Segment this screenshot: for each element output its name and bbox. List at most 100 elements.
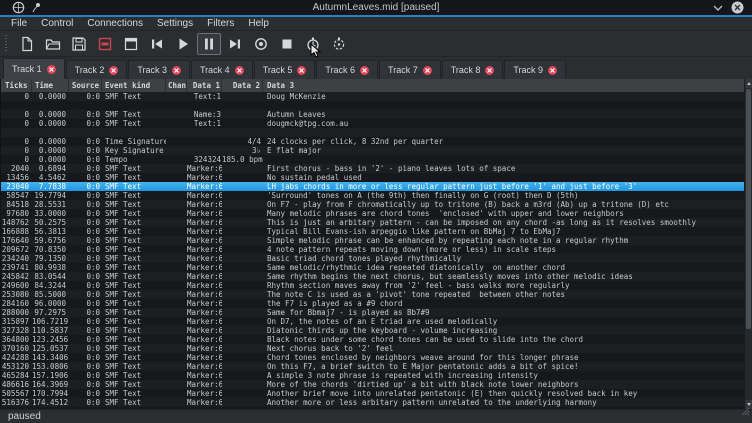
header-ticks[interactable]: Ticks <box>1 79 32 92</box>
cell-data-3: 'Surround' tones on A (the 9th) then fin… <box>263 191 745 200</box>
rollup-chevron-icon[interactable] <box>713 5 723 11</box>
cell-data-2 <box>222 281 263 290</box>
menu-control[interactable]: Control <box>34 17 80 31</box>
tab-close-icon[interactable] <box>109 66 118 75</box>
tab-close-icon[interactable] <box>548 66 557 75</box>
table-row[interactable]: 24584283.05440:0SMF TextMarker:6Same rhy… <box>1 272 745 281</box>
pause-button[interactable] <box>197 33 221 55</box>
table-row[interactable]: 17664059.67560:0SMF TextMarker:6Simple m… <box>1 236 745 245</box>
tab-close-icon[interactable] <box>235 66 244 75</box>
table-row[interactable]: 23974180.99380:0SMF TextMarker:6Same mel… <box>1 263 745 272</box>
menu-file[interactable]: File <box>4 17 34 31</box>
table-row[interactable]: 00.00000:0Time Signature4/424 clocks per… <box>1 137 745 146</box>
header-data-2[interactable]: Data 2 <box>222 79 263 92</box>
record-button[interactable] <box>249 33 273 55</box>
table-row[interactable]: 9768033.00000:0SMF TextMarker:6Many melo… <box>1 209 745 218</box>
table-row[interactable]: 505567170.79940:0SMF TextMarker:6Another… <box>1 389 745 398</box>
skip-back-button[interactable] <box>145 33 169 55</box>
vertical-scrollbar[interactable] <box>744 79 752 409</box>
skip-forward-button[interactable] <box>223 33 247 55</box>
toolbar-drag-handle[interactable] <box>4 35 10 53</box>
header-time[interactable]: Time <box>32 79 69 92</box>
table-row[interactable]: 00.00000:0Key Signature3♭E flat major <box>1 146 745 155</box>
tab-track-6[interactable]: Track 6 <box>316 60 378 79</box>
timer-button[interactable] <box>301 33 325 55</box>
menu-filters[interactable]: Filters <box>200 17 241 31</box>
table-row[interactable]: 486616164.39690:0SMF TextMarker:6More of… <box>1 380 745 389</box>
table-row[interactable]: 364800123.24560:0SMF TextMarker:6Black n… <box>1 335 745 344</box>
play-button[interactable] <box>171 33 195 55</box>
tab-track-7[interactable]: Track 7 <box>379 60 441 79</box>
table-row[interactable]: 14876250.25750:0SMF TextMarker:6This is … <box>1 218 745 227</box>
table-row[interactable]: 24960084.32440:0SMF TextMarker:6Rhythm s… <box>1 281 745 290</box>
table-row[interactable]: 00.00000:0SMF TextText:1Doug McKenzie <box>1 92 745 101</box>
resize-grip[interactable] <box>741 403 750 421</box>
tab-close-icon[interactable] <box>485 66 494 75</box>
table-row[interactable]: 16688856.38130:0SMF TextMarker:6Typical … <box>1 227 745 236</box>
menu-settings[interactable]: Settings <box>150 17 200 31</box>
table-row[interactable]: 134564.54620:0SMF TextMarker:6No sustain… <box>1 173 745 182</box>
tab-close-icon[interactable] <box>423 66 432 75</box>
menu-help[interactable]: Help <box>241 17 276 31</box>
cell-time: 110.5837 <box>32 326 69 335</box>
menu-connections[interactable]: Connections <box>80 17 150 31</box>
header-data-1[interactable]: Data 1 <box>187 79 222 92</box>
event-list-header[interactable]: TicksTimeSourceEvent kindChanData 1Data … <box>1 79 745 92</box>
table-row[interactable]: 8451828.55310:0SMF TextMarker:6On F7 - p… <box>1 200 745 209</box>
tab-track-1[interactable]: Track 1 <box>3 58 65 79</box>
new-button[interactable] <box>15 33 39 55</box>
header-source[interactable]: Source <box>69 79 102 92</box>
tab-close-icon[interactable] <box>360 66 369 75</box>
header-data-3[interactable]: Data 3 <box>263 79 745 92</box>
table-row[interactable]: 28416096.00000:0SMF TextMarker:6the F7 i… <box>1 299 745 308</box>
table-row[interactable]: 25308085.50000:0SMF TextMarker:6The note… <box>1 290 745 299</box>
tab-track-5[interactable]: Track 5 <box>254 60 316 79</box>
table-row[interactable] <box>1 101 745 110</box>
cell-time: 7.7838 <box>32 182 69 191</box>
table-row[interactable]: 23424079.13500:0SMF TextMarker:6Basic tr… <box>1 254 745 263</box>
table-row[interactable] <box>1 128 745 137</box>
tab-track-3[interactable]: Track 3 <box>128 60 190 79</box>
tab-track-8[interactable]: Track 8 <box>442 60 504 79</box>
header-event-kind[interactable]: Event kind <box>102 79 166 92</box>
table-row[interactable]: 00.00000:0SMF TextText:1dougmck@tpg.com.… <box>1 119 745 128</box>
table-row[interactable]: 230407.78380:0SMF TextMarker:6LH jabs ch… <box>1 182 745 191</box>
open-button[interactable] <box>41 33 65 55</box>
cell-data-2 <box>222 101 263 110</box>
cell-data-3: This is just an arbitary pattern - can b… <box>263 218 745 227</box>
event-list-button[interactable] <box>119 33 143 55</box>
tab-track-2[interactable]: Track 2 <box>66 60 128 79</box>
reset-button[interactable] <box>93 33 117 55</box>
table-row[interactable]: 453120153.08060:0SMF TextMarker:6On this… <box>1 362 745 371</box>
cell-source <box>69 101 102 110</box>
table-row[interactable]: 5854719.77940:0SMF TextMarker:6'Surround… <box>1 191 745 200</box>
table-row[interactable]: 28800097.29750:0SMF TextMarker:6Same for… <box>1 308 745 317</box>
tab-close-icon[interactable] <box>47 65 56 74</box>
table-row[interactable]: 370160125.05370:0SMF TextMarker:6Next ch… <box>1 344 745 353</box>
stop-button[interactable] <box>275 33 299 55</box>
table-row[interactable]: 00.00000:0Tempo324324185.0 bpm <box>1 155 745 164</box>
tab-close-icon[interactable] <box>297 66 306 75</box>
titlebar[interactable]: AutumnLeaves.mid [paused] <box>0 0 752 17</box>
table-row[interactable]: 516376174.45120:0SMF TextMarker:6Another… <box>1 398 745 407</box>
table-row[interactable]: 00.00000:0SMF TextName:3Autumn Leaves <box>1 110 745 119</box>
cell-time: 174.4512 <box>32 398 69 407</box>
header-chan[interactable]: Chan <box>166 79 187 92</box>
table-row[interactable]: 327328110.58370:0SMF TextMarker:6Diatoni… <box>1 326 745 335</box>
scrollbar-thumb[interactable] <box>746 89 751 329</box>
tab-label: Track 9 <box>513 65 543 75</box>
close-icon[interactable] <box>731 1 744 14</box>
table-row[interactable]: 20967270.83500:0SMF TextMarker:64 note p… <box>1 245 745 254</box>
scroll-up-arrow-icon[interactable] <box>745 79 752 88</box>
table-row[interactable]: 20400.68940:0SMF TextMarker:6First choru… <box>1 164 745 173</box>
tab-track-4[interactable]: Track 4 <box>191 60 253 79</box>
track-tabbar: Track 1Track 2Track 3Track 4Track 5Track… <box>0 57 752 79</box>
table-row[interactable]: 424288143.34060:0SMF TextMarker:6Chord t… <box>1 353 745 362</box>
table-row[interactable]: 315897106.72190:0SMF TextMarker:6On D7, … <box>1 317 745 326</box>
table-row[interactable]: 465284157.19060:0SMF TextMarker:6A simpl… <box>1 371 745 380</box>
pin-icon[interactable] <box>31 2 41 13</box>
metronome-button[interactable] <box>327 33 351 55</box>
save-button[interactable] <box>67 33 91 55</box>
tab-close-icon[interactable] <box>172 66 181 75</box>
tab-track-9[interactable]: Track 9 <box>504 60 566 79</box>
